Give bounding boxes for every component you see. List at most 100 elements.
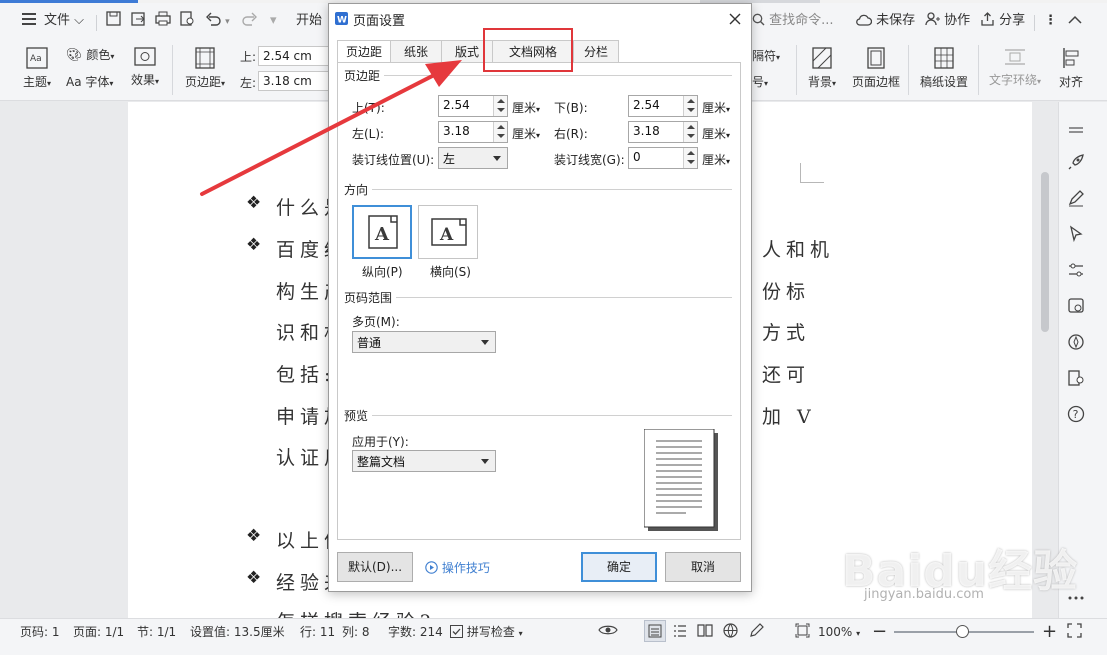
top-margin-label: 上: xyxy=(240,50,257,64)
theme-icon: Aa xyxy=(26,47,48,69)
preview-icon[interactable] xyxy=(180,3,195,39)
collapse-ribbon-icon[interactable] xyxy=(1068,3,1082,39)
reading-view-icon[interactable] xyxy=(697,623,713,637)
fullscreen-icon[interactable] xyxy=(1067,623,1082,638)
rocket-icon[interactable] xyxy=(1066,152,1086,172)
apply-to-select[interactable]: 整篇文档 xyxy=(352,450,496,472)
paper-setup-label: 稿纸设置 xyxy=(919,75,968,89)
status-col[interactable]: 列: 8 xyxy=(342,619,370,646)
gutter-width-value: 0 xyxy=(633,150,641,164)
search-box[interactable]: 查找命令... xyxy=(752,3,834,39)
print-icon[interactable] xyxy=(155,3,171,39)
section-divider xyxy=(392,297,732,298)
separator-button[interactable]: 隔符▾ xyxy=(752,47,780,64)
undo-icon[interactable]: ▾ xyxy=(205,3,230,39)
settings-sliders-icon[interactable] xyxy=(1066,260,1086,280)
left-margin-input[interactable]: 3.18 cm xyxy=(258,71,332,91)
redo-icon[interactable] xyxy=(242,3,258,39)
multi-page-label: 多页(M): xyxy=(352,315,400,329)
tips-link[interactable]: 操作技巧 xyxy=(425,559,490,576)
export-icon[interactable] xyxy=(131,3,146,39)
top-margin-spinner[interactable]: 2.54 xyxy=(438,95,508,117)
unsaved-button[interactable]: 未保存 xyxy=(856,3,915,39)
right-margin-spinner[interactable]: 3.18 xyxy=(628,121,698,143)
multi-page-select[interactable]: 普通 xyxy=(352,331,496,353)
gutter-position-select[interactable]: 左 xyxy=(438,147,508,169)
collapse-panel-icon[interactable] xyxy=(1066,120,1086,140)
close-icon[interactable] xyxy=(729,13,741,25)
book-search-icon[interactable] xyxy=(1066,368,1086,388)
image-tool-icon[interactable] xyxy=(1066,296,1086,316)
font-button[interactable]: Aa 字体▾ xyxy=(66,73,113,90)
web-view-icon[interactable] xyxy=(723,623,738,638)
default-button[interactable]: 默认(D)... xyxy=(337,552,413,582)
portrait-option[interactable]: A xyxy=(352,205,412,259)
tab-paper[interactable]: 纸张 xyxy=(390,40,442,63)
number-button[interactable]: 号▾ xyxy=(752,73,768,90)
spinner-arrows[interactable] xyxy=(493,96,507,116)
paper-setup-button[interactable]: 稿纸设置 xyxy=(918,47,970,90)
align-button[interactable]: 对齐 xyxy=(1056,47,1086,90)
right-unit-dropdown[interactable]: 厘米▾ xyxy=(702,125,730,142)
spinner-arrows[interactable] xyxy=(493,122,507,142)
tab-margins[interactable]: 页边距 xyxy=(337,40,391,64)
pen-mode-icon[interactable] xyxy=(749,623,764,638)
zoom-in-button[interactable]: + xyxy=(1042,618,1057,645)
page-border-button[interactable]: 页面边框 xyxy=(850,47,902,90)
collab-button[interactable]: 协作 xyxy=(925,3,970,39)
menu-icon[interactable] xyxy=(22,3,36,39)
svg-text:A: A xyxy=(439,225,454,245)
eye-icon[interactable] xyxy=(598,623,618,637)
zoom-slider-thumb[interactable] xyxy=(956,625,969,638)
bullet-icon: ❖ xyxy=(246,568,262,588)
tab-columns[interactable]: 分栏 xyxy=(573,40,619,63)
status-page-code[interactable]: 页码: 1 xyxy=(20,619,60,646)
gutter-width-spinner[interactable]: 0 xyxy=(628,147,698,169)
save-icon[interactable] xyxy=(106,3,121,39)
scrollbar-thumb[interactable] xyxy=(1041,172,1049,332)
bottom-margin-spinner[interactable]: 2.54 xyxy=(628,95,698,117)
gutter-unit-dropdown[interactable]: 厘米▾ xyxy=(702,151,730,168)
zoom-out-button[interactable]: − xyxy=(872,618,887,645)
text-wrap-button[interactable]: 文字环绕▾ xyxy=(986,47,1044,88)
status-setting[interactable]: 设置值: 13.5厘米 xyxy=(190,619,285,646)
effect-button[interactable]: 效果▾ xyxy=(128,47,162,88)
ok-button[interactable]: 确定 xyxy=(581,552,657,582)
file-menu[interactable]: 文件 ⌵ xyxy=(44,3,84,39)
theme-button[interactable]: Aa 主题▾ xyxy=(20,47,54,90)
status-words[interactable]: 字数: 214 xyxy=(388,619,443,646)
bottom-unit-dropdown[interactable]: 厘米▾ xyxy=(702,99,730,116)
doc-line-fragment: 份标 xyxy=(762,281,811,303)
page-view-icon[interactable] xyxy=(648,624,662,638)
more-icon[interactable]: ⋮ xyxy=(1044,3,1057,39)
zoom-dropdown[interactable]: 100% ▾ xyxy=(818,619,860,646)
left-unit-dropdown[interactable]: 厘米▾ xyxy=(512,125,540,142)
tab-start[interactable]: 开始 xyxy=(296,3,322,39)
landscape-option[interactable]: A xyxy=(418,205,478,259)
share-button[interactable]: 分享 xyxy=(980,3,1025,39)
pen-icon[interactable] xyxy=(1066,188,1086,208)
unit-label: 厘米 xyxy=(702,127,727,141)
compass-icon[interactable] xyxy=(1066,332,1086,352)
help-icon[interactable]: ? xyxy=(1066,404,1086,424)
top-margin-input[interactable]: 2.54 cm xyxy=(258,46,332,66)
status-row[interactable]: 行: 11 xyxy=(300,619,335,646)
fit-page-icon[interactable] xyxy=(795,623,810,638)
background-button[interactable]: 背景▾ xyxy=(804,47,840,90)
cloud-icon xyxy=(856,14,873,26)
outline-view-icon[interactable] xyxy=(673,624,687,638)
cursor-icon[interactable] xyxy=(1066,224,1086,244)
cancel-button[interactable]: 取消 xyxy=(665,552,741,582)
status-page[interactable]: 页面: 1/1 xyxy=(73,619,124,646)
more-quick-icon[interactable]: ▾ xyxy=(270,3,277,39)
top-unit-dropdown[interactable]: 厘米▾ xyxy=(512,99,540,116)
left-margin-spinner[interactable]: 3.18 xyxy=(438,121,508,143)
spinner-arrows[interactable] xyxy=(683,96,697,116)
spell-check-button[interactable]: 拼写检查 ▾ xyxy=(450,619,523,646)
color-button[interactable]: 🎨︎ 颜色▾ xyxy=(66,46,114,63)
status-section[interactable]: 节: 1/1 xyxy=(137,619,176,646)
spinner-arrows[interactable] xyxy=(683,148,697,168)
margin-button[interactable]: 页边距▾ xyxy=(182,47,228,90)
spinner-arrows[interactable] xyxy=(683,122,697,142)
gutter-position-value: 左 xyxy=(443,152,456,166)
